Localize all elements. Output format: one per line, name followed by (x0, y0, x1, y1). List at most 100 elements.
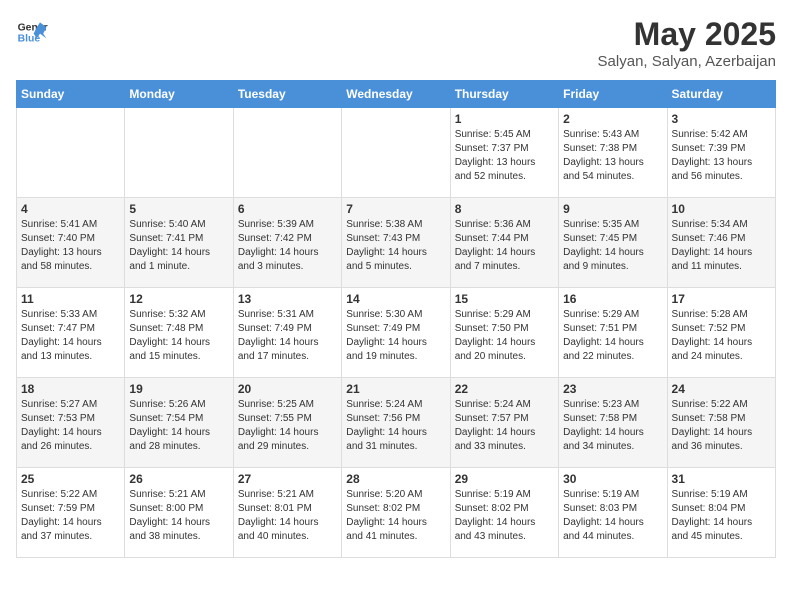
day-content: Sunrise: 5:43 AM Sunset: 7:38 PM Dayligh… (563, 128, 662, 184)
calendar-cell: 8 Sunrise: 5:36 AM Sunset: 7:44 PM Daylig… (450, 198, 558, 288)
calendar-cell: 6 Sunrise: 5:39 AM Sunset: 7:42 PM Daylig… (233, 198, 341, 288)
calendar-cell: 13 Sunrise: 5:31 AM Sunset: 7:49 PM Dayli… (233, 288, 341, 378)
weekday-header: Tuesday (233, 81, 341, 108)
calendar-cell: 19 Sunrise: 5:26 AM Sunset: 7:54 PM Dayli… (125, 378, 233, 468)
calendar-cell: 28 Sunrise: 5:20 AM Sunset: 8:02 PM Dayli… (342, 468, 450, 558)
day-content: Sunrise: 5:29 AM Sunset: 7:50 PM Dayligh… (455, 308, 554, 364)
day-content: Sunrise: 5:39 AM Sunset: 7:42 PM Dayligh… (238, 218, 337, 274)
calendar-cell: 31 Sunrise: 5:19 AM Sunset: 8:04 PM Dayli… (667, 468, 775, 558)
day-number: 16 (563, 292, 662, 306)
day-number: 4 (21, 202, 120, 216)
calendar-cell: 10Sunrise: 5:34 AM Sunset: 7:46 PM Dayli… (667, 198, 775, 288)
day-number: 22 (455, 382, 554, 396)
day-content: Sunrise: 5:31 AM Sunset: 7:49 PM Dayligh… (238, 308, 337, 364)
day-number: 13 (238, 292, 337, 306)
calendar-cell (233, 108, 341, 198)
day-number: 14 (346, 292, 445, 306)
weekday-header: Friday (559, 81, 667, 108)
calendar-cell: 15 Sunrise: 5:29 AM Sunset: 7:50 PM Dayli… (450, 288, 558, 378)
day-number: 5 (129, 202, 228, 216)
day-content: Sunrise: 5:26 AM Sunset: 7:54 PM Dayligh… (129, 398, 228, 454)
calendar-cell: 16 Sunrise: 5:29 AM Sunset: 7:51 PM Dayli… (559, 288, 667, 378)
day-content: Sunrise: 5:22 AM Sunset: 7:59 PM Dayligh… (21, 488, 120, 544)
day-content: Sunrise: 5:20 AM Sunset: 8:02 PM Dayligh… (346, 488, 445, 544)
day-number: 8 (455, 202, 554, 216)
weekday-header: Sunday (17, 81, 125, 108)
calendar-cell: 22 Sunrise: 5:24 AM Sunset: 7:57 PM Dayli… (450, 378, 558, 468)
day-content: Sunrise: 5:35 AM Sunset: 7:45 PM Dayligh… (563, 218, 662, 274)
calendar-cell: 9 Sunrise: 5:35 AM Sunset: 7:45 PM Daylig… (559, 198, 667, 288)
day-content: Sunrise: 5:29 AM Sunset: 7:51 PM Dayligh… (563, 308, 662, 364)
calendar-cell: 21Sunrise: 5:24 AM Sunset: 7:56 PM Dayli… (342, 378, 450, 468)
day-number: 23 (563, 382, 662, 396)
logo: General Blue (16, 16, 48, 48)
day-content: Sunrise: 5:30 AM Sunset: 7:49 PM Dayligh… (346, 308, 445, 364)
calendar-cell: 20 Sunrise: 5:25 AM Sunset: 7:55 PM Dayli… (233, 378, 341, 468)
calendar-cell: 18 Sunrise: 5:27 AM Sunset: 7:53 PM Dayli… (17, 378, 125, 468)
calendar-cell: 1Sunrise: 5:45 AM Sunset: 7:37 PM Daylig… (450, 108, 558, 198)
calendar-cell: 2 Sunrise: 5:43 AM Sunset: 7:38 PM Daylig… (559, 108, 667, 198)
calendar-cell: 23 Sunrise: 5:23 AM Sunset: 7:58 PM Dayli… (559, 378, 667, 468)
day-number: 10 (672, 202, 771, 216)
day-content: Sunrise: 5:33 AM Sunset: 7:47 PM Dayligh… (21, 308, 120, 364)
day-number: 12 (129, 292, 228, 306)
calendar-cell: 14 Sunrise: 5:30 AM Sunset: 7:49 PM Dayli… (342, 288, 450, 378)
calendar-week-row: 18 Sunrise: 5:27 AM Sunset: 7:53 PM Dayli… (17, 378, 776, 468)
day-number: 19 (129, 382, 228, 396)
day-number: 18 (21, 382, 120, 396)
calendar-cell: 7 Sunrise: 5:38 AM Sunset: 7:43 PM Daylig… (342, 198, 450, 288)
calendar-cell: 24 Sunrise: 5:22 AM Sunset: 7:58 PM Dayli… (667, 378, 775, 468)
day-number: 20 (238, 382, 337, 396)
day-number: 15 (455, 292, 554, 306)
calendar-cell: 3Sunrise: 5:42 AM Sunset: 7:39 PM Daylig… (667, 108, 775, 198)
day-number: 30 (563, 472, 662, 486)
calendar-week-row: 25Sunrise: 5:22 AM Sunset: 7:59 PM Dayli… (17, 468, 776, 558)
calendar-cell: 4 Sunrise: 5:41 AM Sunset: 7:40 PM Daylig… (17, 198, 125, 288)
day-content: Sunrise: 5:23 AM Sunset: 7:58 PM Dayligh… (563, 398, 662, 454)
calendar-cell: 17 Sunrise: 5:28 AM Sunset: 7:52 PM Dayli… (667, 288, 775, 378)
calendar-cell (342, 108, 450, 198)
day-content: Sunrise: 5:24 AM Sunset: 7:56 PM Dayligh… (346, 398, 445, 454)
weekday-header: Monday (125, 81, 233, 108)
day-content: Sunrise: 5:24 AM Sunset: 7:57 PM Dayligh… (455, 398, 554, 454)
calendar-cell (17, 108, 125, 198)
day-number: 3 (672, 112, 771, 126)
day-number: 26 (129, 472, 228, 486)
day-number: 31 (672, 472, 771, 486)
calendar-cell: 27 Sunrise: 5:21 AM Sunset: 8:01 PM Dayli… (233, 468, 341, 558)
day-content: Sunrise: 5:22 AM Sunset: 7:58 PM Dayligh… (672, 398, 771, 454)
day-content: Sunrise: 5:36 AM Sunset: 7:44 PM Dayligh… (455, 218, 554, 274)
day-content: Sunrise: 5:41 AM Sunset: 7:40 PM Dayligh… (21, 218, 120, 274)
calendar-week-row: 4 Sunrise: 5:41 AM Sunset: 7:40 PM Daylig… (17, 198, 776, 288)
day-number: 9 (563, 202, 662, 216)
day-content: Sunrise: 5:32 AM Sunset: 7:48 PM Dayligh… (129, 308, 228, 364)
month-title: May 2025 (598, 16, 776, 53)
page-header: General Blue May 2025 Salyan, Salyan, Az… (16, 16, 776, 70)
weekday-header: Thursday (450, 81, 558, 108)
weekday-header-row: SundayMondayTuesdayWednesdayThursdayFrid… (17, 81, 776, 108)
day-content: Sunrise: 5:40 AM Sunset: 7:41 PM Dayligh… (129, 218, 228, 274)
calendar-cell: 30 Sunrise: 5:19 AM Sunset: 8:03 PM Dayli… (559, 468, 667, 558)
day-content: Sunrise: 5:21 AM Sunset: 8:01 PM Dayligh… (238, 488, 337, 544)
day-number: 7 (346, 202, 445, 216)
day-number: 28 (346, 472, 445, 486)
day-number: 11 (21, 292, 120, 306)
day-number: 2 (563, 112, 662, 126)
day-content: Sunrise: 5:19 AM Sunset: 8:03 PM Dayligh… (563, 488, 662, 544)
day-number: 24 (672, 382, 771, 396)
title-block: May 2025 Salyan, Salyan, Azerbaijan (598, 16, 776, 70)
weekday-header: Wednesday (342, 81, 450, 108)
calendar-cell: 5 Sunrise: 5:40 AM Sunset: 7:41 PM Daylig… (125, 198, 233, 288)
day-content: Sunrise: 5:25 AM Sunset: 7:55 PM Dayligh… (238, 398, 337, 454)
day-number: 27 (238, 472, 337, 486)
day-number: 29 (455, 472, 554, 486)
calendar-cell: 26Sunrise: 5:21 AM Sunset: 8:00 PM Dayli… (125, 468, 233, 558)
day-content: Sunrise: 5:19 AM Sunset: 8:04 PM Dayligh… (672, 488, 771, 544)
day-content: Sunrise: 5:38 AM Sunset: 7:43 PM Dayligh… (346, 218, 445, 274)
day-content: Sunrise: 5:28 AM Sunset: 7:52 PM Dayligh… (672, 308, 771, 364)
weekday-header: Saturday (667, 81, 775, 108)
day-content: Sunrise: 5:27 AM Sunset: 7:53 PM Dayligh… (21, 398, 120, 454)
day-number: 6 (238, 202, 337, 216)
day-number: 17 (672, 292, 771, 306)
location: Salyan, Salyan, Azerbaijan (598, 53, 776, 70)
